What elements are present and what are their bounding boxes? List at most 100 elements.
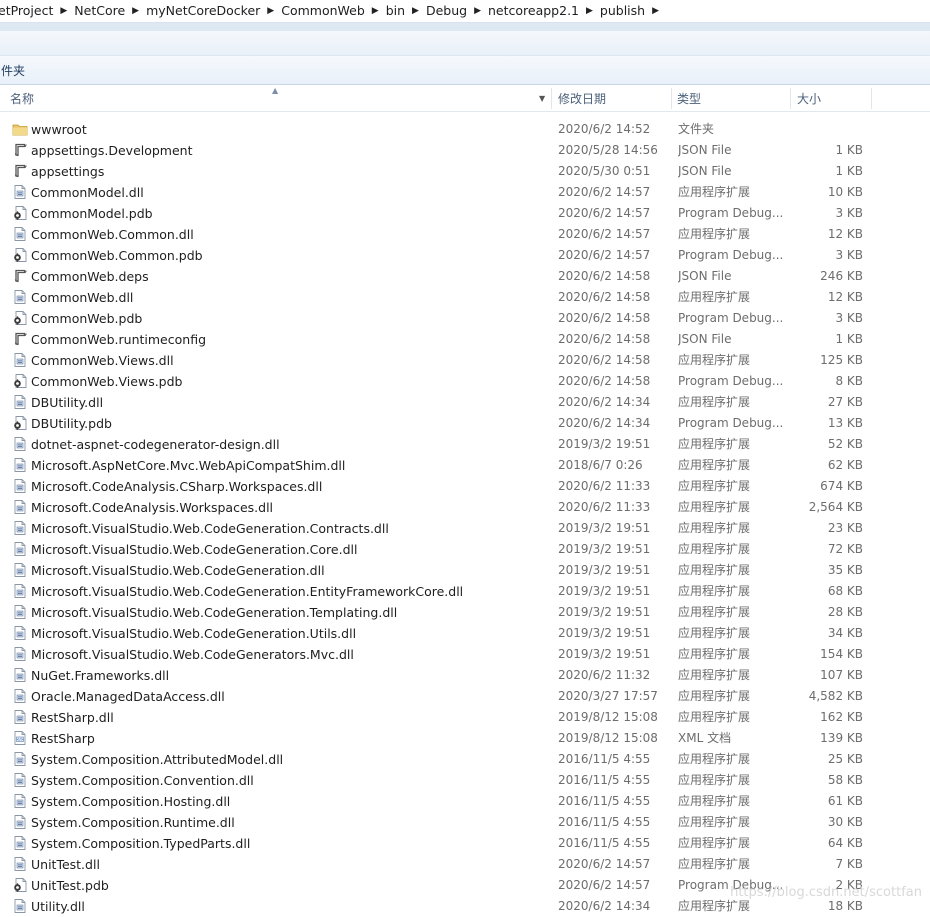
file-size: 10 KB: [827, 185, 863, 199]
file-row[interactable]: RestSharp.dll 2019/8/12 15:08 应用程序扩展 162 KB: [0, 707, 930, 728]
chevron-down-icon[interactable]: ▼: [539, 87, 545, 111]
column-name-header[interactable]: 名称: [10, 86, 34, 111]
breadcrumb-item[interactable]: Debug: [419, 0, 474, 22]
file-row[interactable]: Microsoft.VisualStudio.Web.CodeGeneratio…: [0, 560, 930, 581]
chevron-right-icon[interactable]: ▶: [372, 0, 379, 22]
file-row[interactable]: appsettings 2020/5/30 0:51 JSON File 1 KB: [0, 161, 930, 182]
file-row[interactable]: CommonWeb.runtimeconfig 2020/6/2 14:58 JSO…: [0, 329, 930, 350]
file-type: 应用程序扩展: [678, 710, 751, 724]
file-row[interactable]: Microsoft.AspNetCore.Mvc.WebApiCompatShi…: [0, 455, 930, 476]
file-row[interactable]: Oracle.ManagedDataAccess.dll 2020/3/27 17…: [0, 686, 930, 707]
file-date: 2020/5/30 0:51: [558, 164, 651, 178]
xml-file-icon: </>: [12, 730, 28, 746]
file-row[interactable]: CommonWeb.Common.pdb 2020/6/2 14:57 Progra…: [0, 245, 930, 266]
file-name: System.Composition.Runtime.dll: [31, 815, 235, 830]
toolbar-label[interactable]: 件夹: [0, 62, 25, 79]
chevron-right-icon[interactable]: ▶: [652, 0, 659, 22]
file-row[interactable]: </> RestSharp 2019/8/12 15:08 XML 文档 139 KB: [0, 728, 930, 749]
file-row[interactable]: CommonWeb.pdb 2020/6/2 14:58 Program Debug…: [0, 308, 930, 329]
breadcrumb-item[interactable]: bin: [379, 0, 412, 22]
breadcrumb-item[interactable]: NetCore: [67, 0, 132, 22]
breadcrumb-item[interactable]: publish: [593, 0, 652, 22]
file-date: 2020/5/28 14:56: [558, 143, 658, 157]
file-row[interactable]: Microsoft.VisualStudio.Web.CodeGeneratio…: [0, 602, 930, 623]
file-row[interactable]: System.Composition.Convention.dll 2016/11…: [0, 770, 930, 791]
column-date-header[interactable]: 修改日期: [558, 86, 606, 111]
file-row[interactable]: CommonModel.pdb 2020/6/2 14:57 Program Deb…: [0, 203, 930, 224]
file-row[interactable]: dotnet-aspnet-codegenerator-design.dll 20…: [0, 434, 930, 455]
watermark: https://blog.csdn.net/scottfan: [730, 885, 922, 900]
file-row[interactable]: DBUtility.dll 2020/6/2 14:34 应用程序扩展 27 KB: [0, 392, 930, 413]
file-name: UnitTest.dll: [31, 857, 100, 872]
dll-file-icon: [12, 184, 28, 200]
file-date: 2019/3/2 19:51: [558, 647, 651, 661]
file-date: 2019/3/2 19:51: [558, 521, 651, 535]
file-row[interactable]: appsettings.Development 2020/5/28 14:56 JS…: [0, 140, 930, 161]
dll-file-icon: [12, 814, 28, 830]
file-name: Microsoft.VisualStudio.Web.CodeGeneratio…: [31, 605, 398, 620]
column-size-header[interactable]: 大小: [797, 86, 821, 111]
dll-file-icon: [12, 289, 28, 305]
file-date: 2019/8/12 15:08: [558, 731, 658, 745]
chevron-right-icon[interactable]: ▶: [60, 0, 67, 22]
file-row[interactable]: CommonModel.dll 2020/6/2 14:57 应用程序扩展 10 KB: [0, 182, 930, 203]
file-row[interactable]: CommonWeb.Common.dll 2020/6/2 14:57 应用程序扩展…: [0, 224, 930, 245]
file-row[interactable]: System.Composition.AttributedModel.dll 20…: [0, 749, 930, 770]
chevron-right-icon[interactable]: ▶: [474, 0, 481, 22]
file-name: CommonWeb.pdb: [31, 311, 143, 326]
chevron-right-icon[interactable]: ▶: [267, 0, 274, 22]
file-row[interactable]: Microsoft.CodeAnalysis.Workspaces.dll 202…: [0, 497, 930, 518]
file-name: System.Composition.TypedParts.dll: [31, 836, 251, 851]
breadcrumb-item[interactable]: etProject: [0, 0, 60, 22]
file-name: dotnet-aspnet-codegenerator-design.dll: [31, 437, 280, 452]
chevron-right-icon[interactable]: ▶: [132, 0, 139, 22]
column-type-header[interactable]: 类型: [677, 86, 701, 111]
column-divider[interactable]: [871, 88, 872, 109]
file-name: System.Composition.AttributedModel.dll: [31, 752, 284, 767]
file-type: JSON File: [678, 143, 732, 157]
svg-text:</>: </>: [16, 738, 23, 742]
file-row[interactable]: System.Composition.Runtime.dll 2016/11/5 …: [0, 812, 930, 833]
breadcrumb-item[interactable]: CommonWeb: [274, 0, 372, 22]
chevron-right-icon[interactable]: ▶: [586, 0, 593, 22]
file-type: 应用程序扩展: [678, 815, 751, 829]
file-row[interactable]: System.Composition.TypedParts.dll 2016/11…: [0, 833, 930, 854]
breadcrumb-item[interactable]: netcoreapp2.1: [481, 0, 586, 22]
column-divider[interactable]: [551, 88, 552, 109]
file-row[interactable]: Microsoft.CodeAnalysis.CSharp.Workspaces…: [0, 476, 930, 497]
column-divider[interactable]: [671, 88, 672, 109]
column-divider[interactable]: [790, 88, 791, 109]
file-row[interactable]: Microsoft.VisualStudio.Web.CodeGeneratio…: [0, 518, 930, 539]
dll-file-icon: [12, 709, 28, 725]
file-row[interactable]: System.Composition.Hosting.dll 2016/11/5 …: [0, 791, 930, 812]
file-type: XML 文档: [678, 731, 732, 745]
file-type: 应用程序扩展: [678, 185, 751, 199]
dll-file-icon: [12, 856, 28, 872]
file-type: 应用程序扩展: [678, 773, 751, 787]
file-type: Program Debug...: [678, 311, 784, 325]
file-row[interactable]: CommonWeb.dll 2020/6/2 14:58 应用程序扩展 12 KB: [0, 287, 930, 308]
breadcrumb-item[interactable]: myNetCoreDocker: [139, 0, 267, 22]
dll-file-icon: [12, 772, 28, 788]
file-type: 应用程序扩展: [678, 542, 751, 556]
file-row[interactable]: CommonWeb.deps 2020/6/2 14:58 JSON File 246…: [0, 266, 930, 287]
column-header: 名称 ▲ ▼ 修改日期 类型 大小: [0, 86, 930, 112]
file-row[interactable]: Microsoft.VisualStudio.Web.CodeGenerator…: [0, 644, 930, 665]
file-row[interactable]: wwwroot 2020/6/2 14:52 文件夹: [0, 119, 930, 140]
file-row[interactable]: Microsoft.VisualStudio.Web.CodeGeneratio…: [0, 539, 930, 560]
file-row[interactable]: Microsoft.VisualStudio.Web.CodeGeneratio…: [0, 581, 930, 602]
file-row[interactable]: CommonWeb.Views.pdb 2020/6/2 14:58 Program…: [0, 371, 930, 392]
file-row[interactable]: Microsoft.VisualStudio.Web.CodeGeneratio…: [0, 623, 930, 644]
pdb-file-icon: [12, 310, 28, 326]
dll-file-icon: [12, 394, 28, 410]
file-name: Microsoft.VisualStudio.Web.CodeGeneratio…: [31, 542, 358, 557]
file-date: 2020/6/2 14:57: [558, 227, 651, 241]
file-row[interactable]: CommonWeb.Views.dll 2020/6/2 14:58 应用程序扩展 1…: [0, 350, 930, 371]
file-row[interactable]: DBUtility.pdb 2020/6/2 14:34 Program Debug…: [0, 413, 930, 434]
file-type: 应用程序扩展: [678, 458, 751, 472]
file-name: CommonWeb.deps: [31, 269, 149, 284]
chevron-right-icon[interactable]: ▶: [412, 0, 419, 22]
file-name: NuGet.Frameworks.dll: [31, 668, 170, 683]
file-row[interactable]: UnitTest.dll 2020/6/2 14:57 应用程序扩展 7 KB: [0, 854, 930, 875]
file-row[interactable]: NuGet.Frameworks.dll 2020/6/2 11:32 应用程序扩展…: [0, 665, 930, 686]
